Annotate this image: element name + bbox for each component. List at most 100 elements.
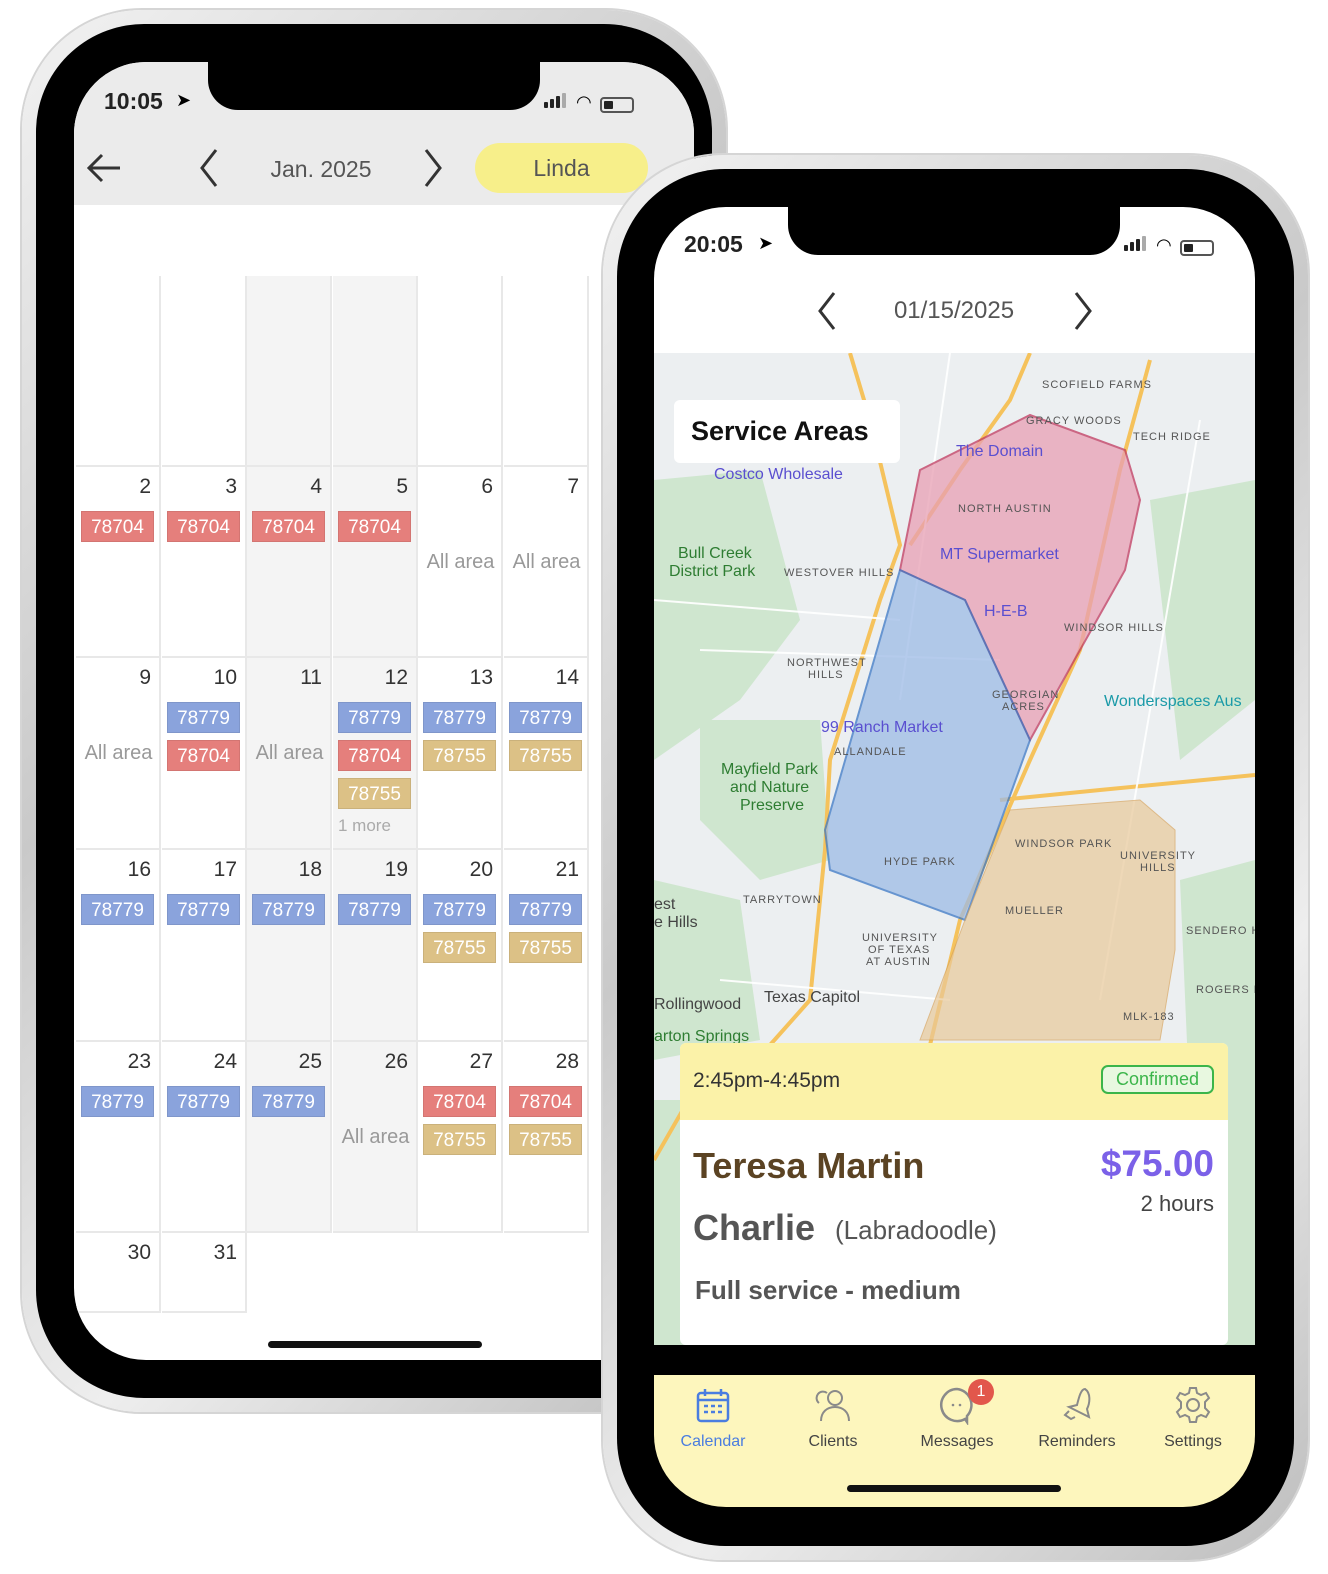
tab-messages[interactable]: Messages 1 — [902, 1379, 1012, 1451]
calendar-day-cell[interactable]: 12 78779 78704 78755 1 more — [333, 658, 418, 850]
zip-tag[interactable]: 78779 — [423, 894, 496, 925]
map-label-ut3: AT AUSTIN — [866, 956, 931, 968]
next-month-chevron-icon[interactable] — [422, 148, 444, 188]
bell-icon — [1063, 1387, 1091, 1421]
more-link[interactable]: 1 more — [338, 816, 391, 836]
zip-tag[interactable]: 78755 — [338, 778, 411, 809]
calendar-day-cell[interactable]: 28 78704 78755 — [504, 1042, 589, 1233]
tab-clients[interactable]: Clients — [778, 1385, 888, 1451]
calendar-day-cell[interactable]: 31 — [162, 1233, 247, 1313]
tab-settings[interactable]: Settings — [1138, 1385, 1248, 1451]
zip-tag[interactable]: 78755 — [509, 740, 582, 771]
zip-tag[interactable]: 78704 — [252, 511, 325, 542]
calendar-day-cell[interactable]: 17 78779 — [162, 850, 247, 1042]
calendar-day-cell[interactable]: 20 78779 78755 — [418, 850, 503, 1042]
zip-tag[interactable]: 78755 — [509, 1124, 582, 1155]
zip-tag[interactable]: 78755 — [423, 932, 496, 963]
appointment-time: 2:45pm-4:45pm — [693, 1069, 841, 1092]
unread-badge: 1 — [968, 1379, 994, 1405]
zip-tag[interactable]: 78704 — [509, 1086, 582, 1117]
zip-tag[interactable]: 78779 — [252, 1086, 325, 1117]
zip-tag[interactable]: 78704 — [81, 511, 154, 542]
calendar-day-cell[interactable]: 18 78779 — [247, 850, 332, 1042]
zip-tag[interactable]: 78755 — [423, 740, 496, 771]
user-selector-button[interactable]: Linda — [475, 143, 648, 193]
map-label-may3: Preserve — [740, 797, 804, 814]
wifi-icon: ◠ — [1156, 235, 1172, 255]
calendar-day-cell[interactable] — [418, 276, 503, 467]
map-label-univ1: UNIVERSITY — [1120, 850, 1196, 862]
calendar-day-cell[interactable]: 21 78779 78755 — [504, 850, 589, 1042]
zip-tag[interactable]: 78704 — [338, 740, 411, 771]
calendar-day-cell[interactable]: 5 78704 — [333, 467, 418, 658]
calendar-day-cell[interactable] — [333, 276, 418, 467]
zip-tag[interactable]: 78779 — [81, 894, 154, 925]
calendar-day-cell[interactable]: 9 All area — [76, 658, 161, 850]
calendar-day-cell[interactable]: 16 78779 — [76, 850, 161, 1042]
zip-tag[interactable]: 78779 — [338, 702, 411, 733]
day-number: 16 — [127, 858, 151, 881]
calendar-day-cell[interactable]: 26 All area — [333, 1042, 418, 1233]
users-icon — [815, 1390, 850, 1422]
zip-tag[interactable]: 78704 — [338, 511, 411, 542]
zip-tag[interactable]: 78779 — [423, 702, 496, 733]
calendar-day-cell[interactable]: 27 78704 78755 — [418, 1042, 503, 1233]
zip-tag[interactable]: 78779 — [509, 894, 582, 925]
tab-calendar[interactable]: Calendar — [658, 1385, 768, 1451]
calendar-day-cell[interactable]: 24 78779 — [162, 1042, 247, 1233]
zip-tag[interactable]: 78704 — [423, 1086, 496, 1117]
notch — [208, 62, 540, 110]
price: $75.00 — [1100, 1143, 1214, 1184]
calendar-day-cell[interactable]: 19 78779 — [333, 850, 418, 1042]
calendar-day-cell[interactable]: 3 78704 — [162, 467, 247, 658]
map-label-sendero: SENDERO H — [1186, 925, 1255, 937]
next-day-chevron-icon[interactable] — [1072, 291, 1094, 331]
calendar-day-cell[interactable]: 7 All area — [504, 467, 589, 658]
zip-tag[interactable]: 78779 — [252, 894, 325, 925]
client-name[interactable]: Teresa Martin — [693, 1145, 924, 1187]
zip-tag[interactable]: 78704 — [167, 511, 240, 542]
calendar-day-cell[interactable]: 30 — [76, 1233, 161, 1313]
map-label-rolling: Rollingwood — [654, 996, 741, 1013]
zip-tag[interactable]: 78779 — [167, 894, 240, 925]
day-number: 18 — [298, 858, 322, 881]
day-number: 24 — [213, 1050, 237, 1073]
calendar-day-cell[interactable]: 4 78704 — [247, 467, 332, 658]
tab-reminders[interactable]: Reminders — [1022, 1385, 1132, 1451]
calendar-day-cell[interactable] — [162, 276, 247, 467]
calendar-day-cell[interactable]: 23 78779 — [76, 1042, 161, 1233]
zip-tag[interactable]: 78704 — [167, 740, 240, 771]
calendar-day-cell[interactable]: 25 78779 — [247, 1042, 332, 1233]
zip-tag[interactable]: 78779 — [167, 1086, 240, 1117]
zip-tag[interactable]: 78755 — [423, 1124, 496, 1155]
calendar-day-cell[interactable] — [247, 276, 332, 467]
day-number: 7 — [567, 475, 579, 498]
zip-tag[interactable]: 78779 — [509, 702, 582, 733]
prev-day-chevron-icon[interactable] — [816, 291, 838, 331]
calendar-day-cell[interactable] — [504, 276, 589, 467]
map-label-may1: Mayfield Park — [721, 761, 819, 778]
zip-tag[interactable]: 78779 — [338, 894, 411, 925]
back-arrow-icon[interactable] — [86, 152, 122, 184]
calendar-day-cell[interactable]: 10 78779 78704 — [162, 658, 247, 850]
day-number: 6 — [481, 475, 493, 498]
map-label-scofield: SCOFIELD FARMS — [1042, 379, 1152, 391]
calendar-day-cell[interactable]: 6 All area — [418, 467, 503, 658]
day-number: 11 — [300, 666, 322, 689]
prev-month-chevron-icon[interactable] — [198, 148, 220, 188]
day-number: 2 — [139, 475, 151, 498]
calendar-day-cell[interactable]: 11 All area — [247, 658, 332, 850]
day-number: 12 — [384, 666, 408, 689]
calendar-day-cell[interactable]: 13 78779 78755 — [418, 658, 503, 850]
status-time: 10:05 — [104, 88, 163, 114]
appointment-card[interactable]: 2:45pm-4:45pm Confirmed Teresa Martin $7… — [680, 1043, 1228, 1345]
calendar-day-cell[interactable]: 2 78704 — [76, 467, 161, 658]
map-label-ranch: 99 Ranch Market — [821, 719, 943, 736]
tab-label: Calendar — [680, 1433, 746, 1450]
zip-tag[interactable]: 78779 — [167, 702, 240, 733]
calendar-day-cell[interactable] — [76, 276, 161, 467]
gear-icon — [1175, 1387, 1211, 1423]
zip-tag[interactable]: 78755 — [509, 932, 582, 963]
calendar-day-cell[interactable]: 14 78779 78755 — [504, 658, 589, 850]
zip-tag[interactable]: 78779 — [81, 1086, 154, 1117]
